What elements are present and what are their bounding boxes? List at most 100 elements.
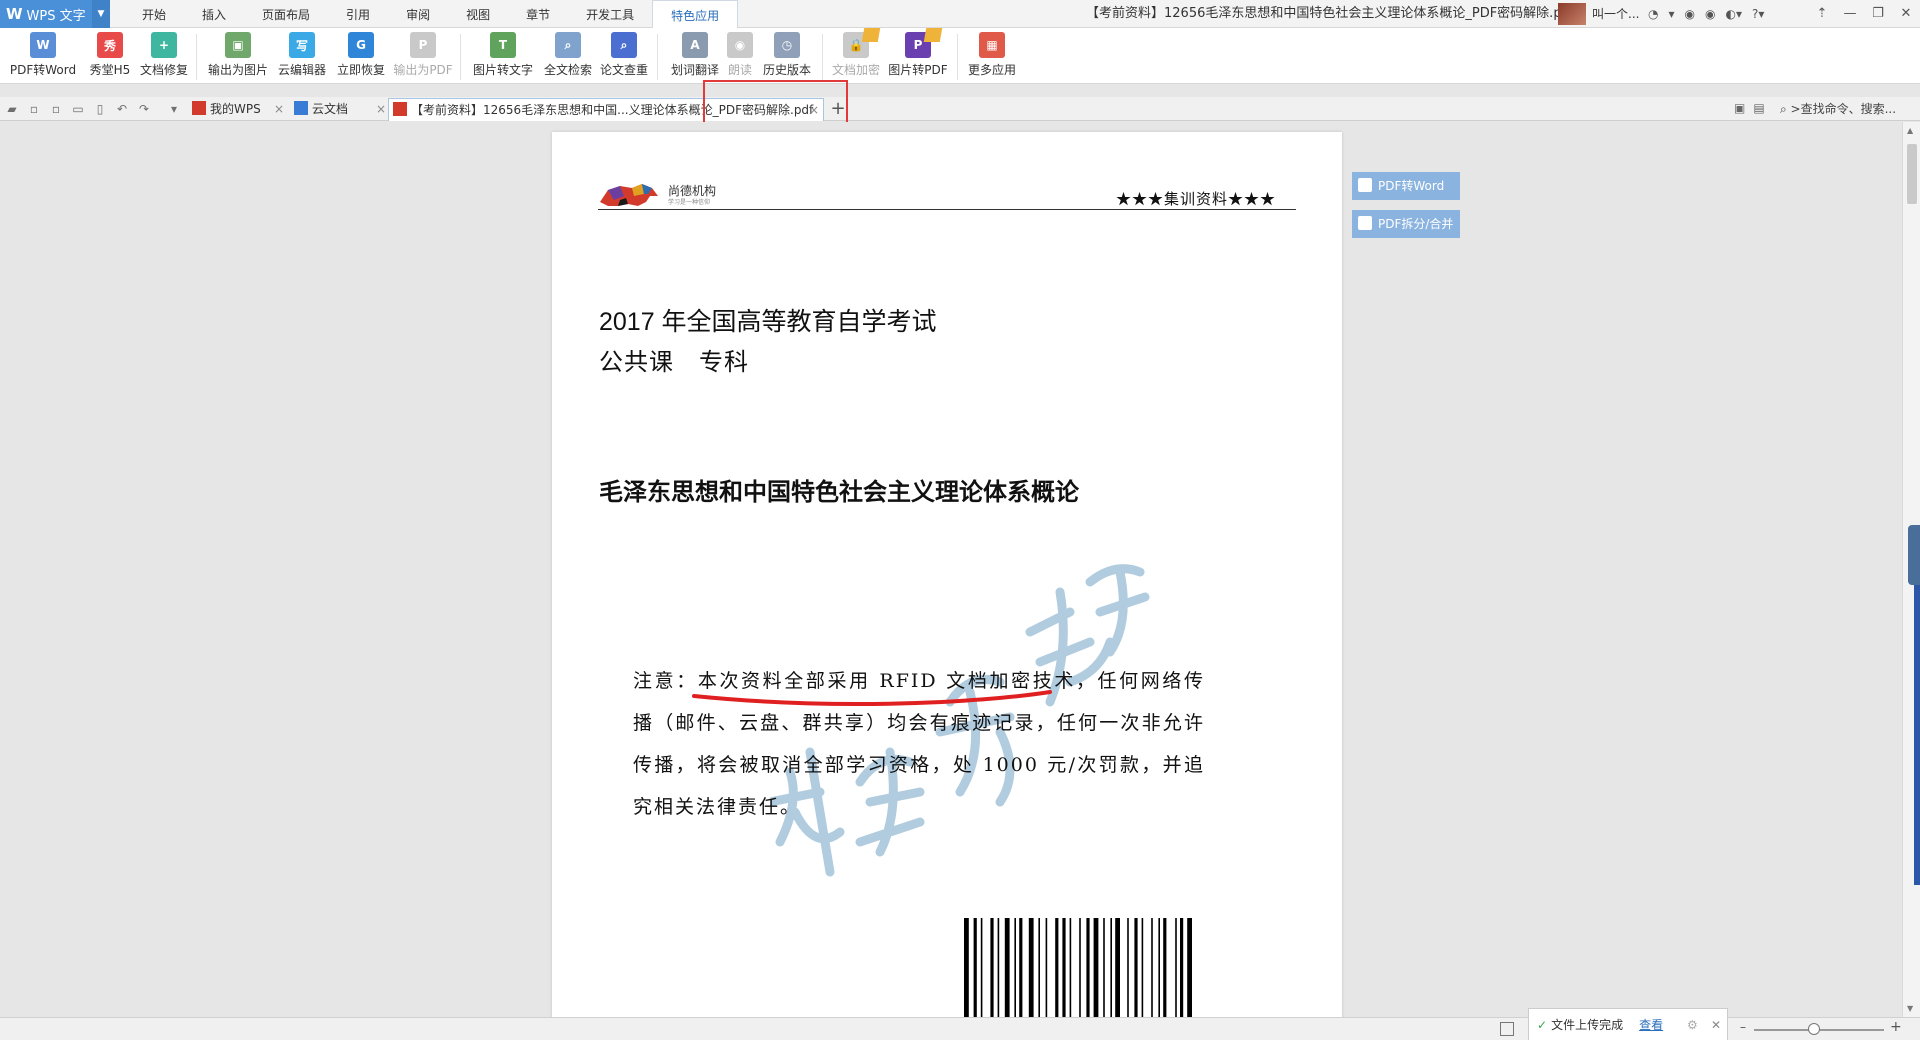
share-icon[interactable]: ◉	[1705, 7, 1715, 21]
scroll-thumb[interactable]	[1907, 144, 1917, 204]
tab-1[interactable]: 云文档 ×	[290, 98, 390, 121]
side-panel-handle[interactable]	[1908, 525, 1920, 585]
screen-icon[interactable]: ▣	[1734, 101, 1745, 115]
ribbon-button-label: 秀堂H5	[89, 63, 131, 77]
minimize-icon[interactable]: —	[1836, 0, 1864, 28]
open-folder-icon[interactable]: ▰	[4, 101, 20, 117]
ribbon-button-14[interactable]: P 图片转PDF	[888, 28, 948, 82]
pdf-icon	[1358, 216, 1372, 230]
scroll-down-icon[interactable]: ▼	[1907, 1004, 1913, 1013]
sort-icon[interactable]: ▤	[1753, 101, 1764, 115]
menu-tab-7[interactable]: 开发工具	[568, 0, 652, 28]
ribbon-button-15[interactable]: ▦ 更多应用	[966, 32, 1018, 82]
upload-status-text: 文件上传完成	[1551, 1018, 1624, 1032]
doc-repair-icon: +	[151, 32, 177, 58]
ribbon-button-3[interactable]: ▣ 输出为图片	[207, 32, 269, 82]
feedback-icon[interactable]: ◐▾	[1725, 7, 1742, 21]
fullscreen-icon[interactable]	[1500, 1022, 1514, 1036]
ribbon-button-13[interactable]: 🔒 文档加密	[830, 28, 882, 82]
gear-icon[interactable]: ⚙	[1687, 1009, 1698, 1040]
barcode-bar	[1079, 918, 1081, 1017]
chevron-down-icon[interactable]: ▼	[92, 0, 110, 28]
menu-tab-0[interactable]: 开始	[124, 0, 184, 28]
skin-icon[interactable]: ◔	[1648, 7, 1658, 21]
zoom-slider[interactable]: – +	[1740, 1019, 1910, 1037]
username[interactable]: 叫一个...	[1592, 0, 1639, 28]
zoom-knob[interactable]	[1808, 1023, 1820, 1035]
status-bar: ✓ 文件上传完成 查看 ⚙ ✕ – +	[0, 1008, 1920, 1040]
menu-tab-3[interactable]: 引用	[328, 0, 388, 28]
print-icon[interactable]: ▭	[70, 101, 86, 117]
chevron-down-icon[interactable]: ▾	[1668, 7, 1674, 21]
ribbon-button-1[interactable]: 秀秀堂H5	[88, 32, 132, 82]
zoom-in-icon[interactable]: +	[1890, 1019, 1902, 1035]
command-search[interactable]: ⌕ >查找命令、搜索...	[1780, 97, 1896, 121]
bull-logo-icon	[600, 184, 658, 206]
ribbon-button-0[interactable]: W PDF转Word	[10, 32, 76, 82]
sync-icon[interactable]: ◉	[1685, 7, 1695, 21]
app-menu-button[interactable]: W WPS 文字 ▼	[0, 0, 110, 28]
ribbon-button-7[interactable]: T 图片转文字	[472, 32, 534, 82]
tab-0[interactable]: 我的WPS ×	[188, 98, 288, 121]
ribbon-button-label: 更多应用	[967, 63, 1016, 77]
chevron-down-icon[interactable]: ▾	[166, 101, 182, 117]
avatar[interactable]	[1558, 3, 1586, 25]
more-apps-icon: ▦	[979, 32, 1005, 58]
help-icon[interactable]: ?▾	[1752, 7, 1764, 21]
upload-toast: ✓ 文件上传完成 查看 ⚙ ✕	[1528, 1008, 1728, 1040]
ribbon-button-label: 划词翻译	[670, 63, 719, 77]
close-icon[interactable]: ✕	[1892, 0, 1920, 28]
ribbon-button-10[interactable]: A 划词翻译	[669, 32, 721, 82]
ribbon-button-6[interactable]: P 输出为PDF	[393, 32, 453, 82]
ribbon-separator	[957, 34, 958, 80]
notice-paragraph: 注意：本次资料全部采用 RFID 文档加密技术，任何网络传播（邮件、云盘、群共享…	[633, 670, 1205, 818]
menu-tab-6[interactable]: 章节	[508, 0, 568, 28]
plagiarism-check-icon: ⌕	[611, 32, 637, 58]
ribbon-button-2[interactable]: + 文档修复	[138, 32, 190, 82]
close-icon[interactable]: ✕	[1711, 1009, 1721, 1040]
side-pdf-to-word-button[interactable]: PDF转Word	[1352, 172, 1460, 200]
menu-tab-1[interactable]: 插入	[184, 0, 244, 28]
menu-tab-5[interactable]: 视图	[448, 0, 508, 28]
zoom-out-icon[interactable]: –	[1740, 1020, 1746, 1034]
close-icon[interactable]: ×	[376, 98, 386, 121]
scroll-up-icon[interactable]: ▲	[1907, 126, 1913, 135]
ribbon-button-label: 文档修复	[139, 63, 188, 77]
close-icon[interactable]: ×	[274, 98, 284, 121]
document-workspace[interactable]: 尚德机构 学习是一种信仰 ★★★集训资料★★★ 2017 年全国高等教育自学考试…	[0, 122, 1902, 1017]
maximize-icon[interactable]: ❐	[1864, 0, 1892, 28]
barcode	[964, 918, 1192, 1017]
ribbon-button-label: 图片转文字	[472, 63, 533, 77]
cloud-editor-icon: 写	[289, 32, 315, 58]
header-label: ★★★集训资料★★★	[1115, 190, 1276, 208]
restore-up-icon[interactable]: ⇡	[1808, 0, 1836, 28]
ribbon-button-label: 论文查重	[599, 63, 648, 77]
save-icon[interactable]: ▫	[26, 101, 42, 117]
ribbon-button-9[interactable]: ⌕ 论文查重	[599, 32, 649, 82]
menu-tab-2[interactable]: 页面布局	[244, 0, 328, 28]
document-page[interactable]: 尚德机构 学习是一种信仰 ★★★集训资料★★★ 2017 年全国高等教育自学考试…	[552, 132, 1342, 1017]
save-as-icon[interactable]: ▫	[48, 101, 64, 117]
menu-tab-4[interactable]: 审阅	[388, 0, 448, 28]
barcode-bar	[1158, 918, 1160, 1017]
checkmark-icon: ✓	[1537, 1018, 1548, 1032]
ribbon-button-12[interactable]: ◷ 历史版本	[761, 32, 813, 82]
barcode-bar	[1134, 918, 1138, 1017]
ribbon-button-11[interactable]: ◉ 朗读	[727, 32, 753, 82]
barcode-bar	[1103, 918, 1105, 1017]
red-underline-mark	[692, 690, 1052, 706]
menu-tab-8[interactable]: 特色应用	[652, 0, 739, 29]
ribbon-button-5[interactable]: G 立即恢复	[336, 32, 386, 82]
undo-icon[interactable]: ↶	[114, 101, 130, 117]
org-slogan: 学习是一种信仰	[668, 199, 711, 206]
redo-icon[interactable]: ↷	[136, 101, 152, 117]
upload-view-link[interactable]: 查看	[1639, 1018, 1663, 1032]
barcode-bar	[997, 918, 1000, 1017]
ribbon-button-label: 历史版本	[762, 63, 811, 77]
ribbon-button-label: 文档加密	[831, 63, 880, 77]
ribbon-button-4[interactable]: 写云编辑器	[277, 32, 327, 82]
side-pdf-split-merge-button[interactable]: PDF拆分/合并	[1352, 210, 1460, 238]
ribbon-button-8[interactable]: ⌕ 全文检索	[543, 32, 593, 82]
barcode-bar	[1086, 918, 1090, 1017]
print-preview-icon[interactable]: ▯	[92, 101, 108, 117]
